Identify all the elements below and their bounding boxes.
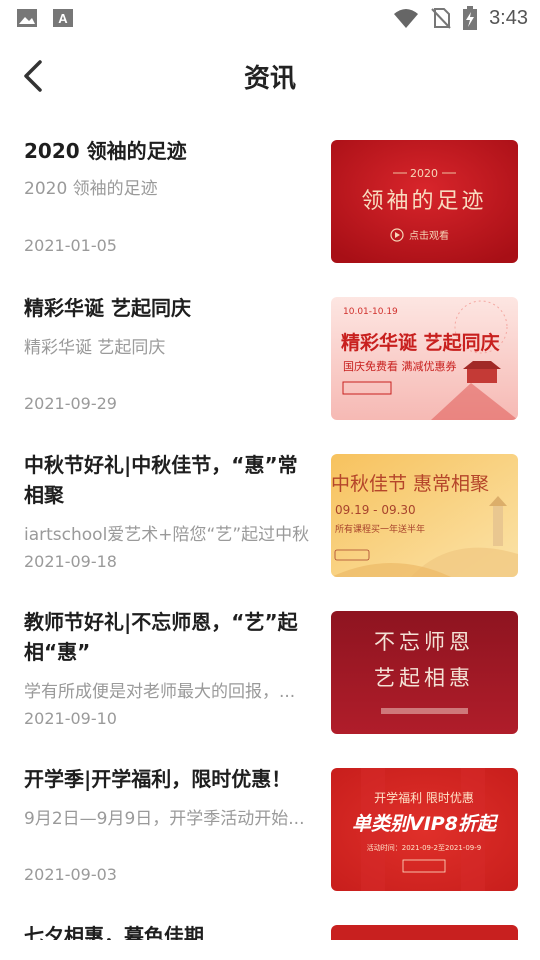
thumb-text: 2020 <box>410 167 438 180</box>
news-title: 教师节好礼|不忘师恩，“艺”起相“惠” <box>24 610 298 664</box>
news-date: 2021-09-29 <box>24 394 117 413</box>
news-thumbnail <box>331 925 518 940</box>
news-summary: 精彩华诞 艺起同庆 <box>24 338 166 358</box>
status-time: 3:43 <box>489 6 528 29</box>
page-title: 资讯 <box>243 64 296 94</box>
thumb-text: 所有课程买一年送半年 <box>335 523 425 535</box>
news-thumbnail: 开学福利 限时优惠 单类别VIP8折起 活动时间：2021-09-2至2021-… <box>331 768 518 891</box>
thumb-text: 精彩华诞 艺起同庆 <box>341 331 500 354</box>
news-summary: 2020 领袖的足迹 <box>24 179 158 199</box>
news-item[interactable]: 开学季|开学福利，限时优惠！ 9月2日—9月9日，开学季活动开始... 2021… <box>0 752 540 892</box>
battery-charging-icon <box>463 6 478 30</box>
news-item[interactable]: 七夕相惠，暮色佳期 <box>0 909 540 940</box>
news-date: 2021-01-05 <box>24 236 117 255</box>
news-date: 2021-09-03 <box>24 865 117 884</box>
news-title: 开学季|开学福利，限时优惠！ <box>24 767 292 791</box>
news-item[interactable]: 中秋节好礼|中秋佳节，“惠”常相聚 iartschool爱艺术+陪您“艺”起过中… <box>0 438 540 578</box>
image-notification-icon <box>17 9 37 27</box>
status-bar: A 3:43 <box>0 0 540 36</box>
news-thumbnail: 不忘师恩 艺起相惠 <box>331 611 518 734</box>
thumb-text: 单类别VIP8折起 <box>352 813 499 835</box>
wifi-icon <box>394 9 419 28</box>
text-app-notification-icon: A <box>53 9 73 27</box>
svg-text:A: A <box>58 11 68 26</box>
thumb-text: 艺起相惠 <box>374 666 474 690</box>
news-summary: iartschool爱艺术+陪您“艺”起过中秋 <box>24 525 310 545</box>
thumb-text: 点击观看 <box>409 229 449 242</box>
news-title: 中秋节好礼|中秋佳节，“惠”常相聚 <box>24 453 298 507</box>
news-thumbnail: 中秋佳节 惠常相聚 09.19 - 09.30 所有课程买一年送半年 <box>331 454 518 577</box>
thumb-text: 活动时间：2021-09-2至2021-09-9 <box>367 843 481 852</box>
news-title: 2020 领袖的足迹 <box>24 139 187 163</box>
thumb-text: 开学福利 限时优惠 <box>374 790 474 805</box>
news-thumbnail: 10.01-10.19 精彩华诞 艺起同庆 国庆免费看 满减优惠券 <box>331 297 518 420</box>
news-title: 七夕相惠，暮色佳期 <box>24 924 204 940</box>
news-title: 精彩华诞 艺起同庆 <box>24 296 191 320</box>
no-sim-icon <box>431 8 451 29</box>
thumb-text: 中秋佳节 惠常相聚 <box>331 473 489 495</box>
thumb-text: 领袖的足迹 <box>361 189 486 214</box>
news-date: 2021-09-10 <box>24 709 117 728</box>
nav-header: 资讯 <box>0 40 540 112</box>
news-item[interactable]: 精彩华诞 艺起同庆 精彩华诞 艺起同庆 2021-09-29 10.01-10.… <box>0 281 540 421</box>
thumb-text: 09.19 - 09.30 <box>335 503 416 517</box>
news-date: 2021-09-18 <box>24 552 117 571</box>
thumb-text: 国庆免费看 满减优惠券 <box>343 359 457 373</box>
news-thumbnail: 2020 领袖的足迹 点击观看 <box>331 140 518 263</box>
news-summary: 9月2日—9月9日，开学季活动开始... <box>24 809 305 829</box>
thumb-text: 10.01-10.19 <box>343 307 398 317</box>
thumb-text: 不忘师恩 <box>374 630 474 654</box>
news-summary: 学有所成便是对老师最大的回报，... <box>24 682 296 702</box>
news-item[interactable]: 教师节好礼|不忘师恩，“艺”起相“惠” 学有所成便是对老师最大的回报，... 2… <box>0 595 540 735</box>
news-item[interactable]: 2020 领袖的足迹 2020 领袖的足迹 2021-01-05 2020 领袖… <box>0 124 540 264</box>
